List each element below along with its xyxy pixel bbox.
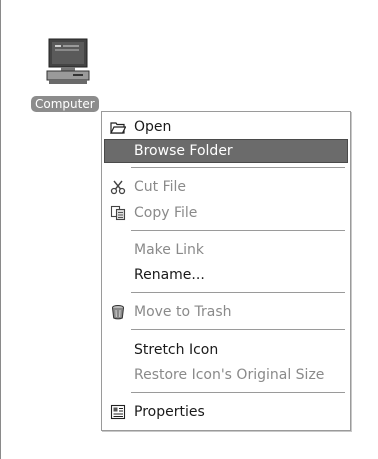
menu-item-browse-folder[interactable]: Browse Folder xyxy=(104,139,348,163)
menu-separator xyxy=(131,292,345,294)
menu-item-open[interactable]: Open xyxy=(104,115,348,139)
desktop: Computer Open Browse Folder Cut File Cop… xyxy=(0,0,378,459)
menu-item-rename[interactable]: Rename... xyxy=(104,263,348,287)
menu-separator xyxy=(131,230,345,232)
menu-item-label: Make Link xyxy=(134,242,204,258)
menu-separator xyxy=(131,329,345,331)
menu-separator xyxy=(131,167,345,169)
menu-separator xyxy=(131,392,345,394)
menu-item-cut-file[interactable]: Cut File xyxy=(104,175,348,199)
menu-item-label: Stretch Icon xyxy=(134,342,219,358)
folder-open-icon xyxy=(110,119,127,135)
menu-item-label: Cut File xyxy=(134,179,187,195)
desktop-icon-computer[interactable]: Computer xyxy=(31,37,109,117)
computer-icon xyxy=(46,38,90,84)
menu-item-make-link[interactable]: Make Link xyxy=(104,238,348,262)
menu-item-label: Rename... xyxy=(134,267,205,283)
menu-item-label: Copy File xyxy=(134,205,198,221)
copy-icon xyxy=(110,205,126,221)
menu-item-properties[interactable]: Properties xyxy=(104,400,348,424)
menu-item-label: Open xyxy=(134,119,172,135)
menu-item-label: Restore Icon's Original Size xyxy=(134,367,325,383)
context-menu: Open Browse Folder Cut File Copy File Ma… xyxy=(101,111,351,431)
menu-item-label: Browse Folder xyxy=(134,143,233,159)
properties-icon xyxy=(110,404,126,420)
menu-item-copy-file[interactable]: Copy File xyxy=(104,201,348,225)
menu-item-move-to-trash[interactable]: Move to Trash xyxy=(104,300,348,324)
menu-item-restore-icon-size[interactable]: Restore Icon's Original Size xyxy=(104,363,348,387)
menu-item-label: Properties xyxy=(134,404,205,420)
desktop-icon-label: Computer xyxy=(31,96,99,112)
menu-item-label: Move to Trash xyxy=(134,304,232,320)
trash-icon xyxy=(110,304,126,320)
menu-item-stretch-icon[interactable]: Stretch Icon xyxy=(104,338,348,362)
scissors-icon xyxy=(110,179,126,195)
